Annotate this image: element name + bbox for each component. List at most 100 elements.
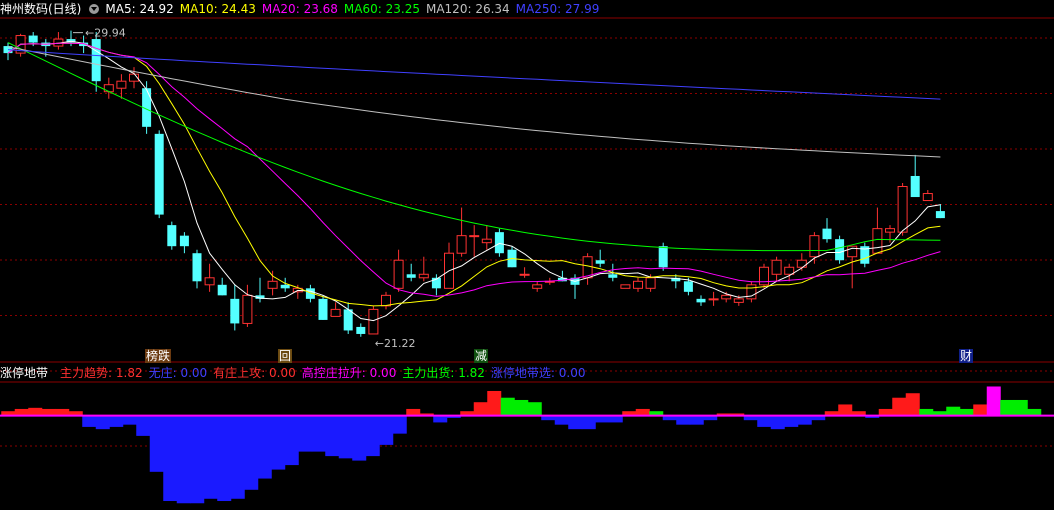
candle-body [696,298,706,303]
candle-body [154,133,164,215]
candle-body [645,277,656,289]
indicator-bar [338,415,353,459]
candle-body [204,277,215,286]
indicator-bar [55,408,70,416]
candle-body [519,273,530,276]
ma-value-2: 23.68 [303,2,338,16]
candle-body [456,235,467,254]
indicator-bar [689,415,704,425]
ind-item-4: 主力出货: [402,366,459,380]
candle-body [267,280,278,289]
indicator-bar [95,415,110,430]
candle-body [620,284,631,289]
candle-body [368,308,379,335]
indicator-bar [878,408,893,416]
indicator-bar [919,408,934,416]
candle-body [28,35,38,43]
indicator-bar [1000,399,1015,416]
candle-body [771,259,782,275]
candle-body [809,235,820,258]
indicator-bar [581,415,596,430]
indicator-bar [608,415,623,423]
ind-item-5: 涨停地带选: [490,366,559,380]
candle-body [633,280,643,289]
candle-body [393,259,404,289]
kline-chart: ←29.94 ←21.22 [0,17,1054,504]
indicator-bar [149,415,164,472]
indicator-bar [433,415,448,423]
candle-body [343,309,353,331]
candle-body [922,193,933,202]
indicator-bar [1013,399,1028,416]
indicator-bar [838,404,853,416]
indicator-bar [784,415,799,427]
high-label: ←29.94 [85,27,126,40]
marker-jian: 减 [474,349,489,363]
indicator-bar [635,408,650,416]
indicator-bar [514,399,529,416]
dropdown-circle-icon[interactable] [89,4,100,14]
indicator-bar [487,390,502,416]
indicator-bar [217,415,232,502]
candle-body [481,238,492,244]
ma-item-5: MA250: [515,2,565,16]
indicator-bar [946,406,961,416]
ind-value-1: 0.00 [180,366,208,380]
stock-title: 神州数码(日线) [0,2,82,16]
indicator-bar [284,415,299,466]
indicator-bar [298,415,313,452]
candle-body [167,225,177,247]
candle-body [494,232,504,254]
candle-body [733,298,744,303]
indicator-bar [365,415,380,457]
indicator-bar [986,386,1001,416]
candle-body [721,294,732,300]
ind-item-1: 无庄: [148,366,181,380]
indicator-bar [392,415,407,434]
indicator-bar [757,415,772,427]
candle-body [935,211,945,219]
marker-cai: 财 [959,349,974,363]
indicator-bar [271,415,286,470]
candle-body [381,294,391,307]
candle-body [885,228,895,233]
indicator-bar [554,415,569,425]
chart-stage: ←29.94 ←21.22 神州数码(日线) MA5: 24.92 MA10: 24.… [0,0,1054,510]
indicator-title: 涨停地带 [0,366,49,380]
ind-value-5: 0.00 [558,366,586,380]
ma-item-4: MA120: [425,2,476,16]
candle-body [406,274,416,278]
marker-bang-die: 榜跌 [145,349,172,363]
indicator-bar [568,415,583,430]
ma-legend-items: MA5: 24.92 MA10: 24.43 MA20: 23.68 MA60: 23… [105,2,605,16]
candle-body [835,239,845,261]
indicator-bar [527,402,542,416]
indicator-bar [230,415,245,499]
indicator-bar [28,407,43,416]
indicator-bar [176,415,191,504]
indicator-bar [473,402,488,416]
main-legend: 神州数码(日线) MA5: 24.92 MA10: 24.43 MA20: 23.68… [0,0,611,18]
ma-value-0: 24.92 [139,2,174,16]
candle-body [796,259,807,268]
candle-body [318,298,328,320]
candle-body [872,228,883,254]
candle-body [822,228,832,240]
indicator-bar [770,415,785,430]
candle-body [469,235,480,238]
indicator-bar [892,397,907,416]
indicator-bar [797,415,812,425]
indicator-bar [257,415,272,479]
candle-body [418,273,429,279]
indicator-bar [163,415,178,502]
candle-body [217,284,227,296]
candle-body [280,284,290,289]
indicator-bar [352,415,367,461]
ind-value-3: 0.00 [369,366,397,380]
marker-hui: 回 [278,349,293,363]
indicator-bar [41,408,56,416]
candle-body [532,284,543,289]
candle-body [103,84,114,93]
indicator-bar [595,415,610,423]
candle-body [230,298,240,324]
